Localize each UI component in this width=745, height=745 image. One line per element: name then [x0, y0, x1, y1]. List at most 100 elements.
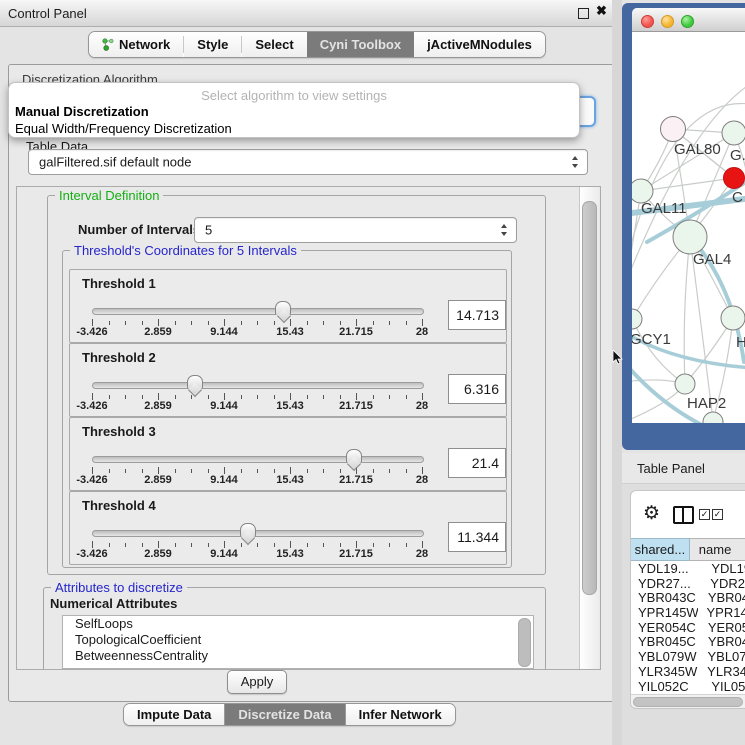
table-data-select[interactable]: galFiltered.sif default node	[28, 149, 588, 175]
table-row[interactable]: YBR043CYBR043C	[631, 590, 745, 605]
minimize-traffic-light-icon[interactable]	[661, 15, 674, 28]
tab-jactivemnodules[interactable]: jActiveMNodules	[414, 32, 545, 57]
table-row[interactable]: YER054CYER054C	[631, 620, 745, 635]
network-canvas[interactable]: GAL80G.CGAL11GAL4GCY1HHAP2	[632, 32, 745, 423]
dropdown-prompt-option[interactable]: Select algorithm to view settings	[9, 88, 579, 103]
interval-definition-group: Interval Definition Number of Intervals …	[47, 195, 546, 575]
network-node-gal4[interactable]	[673, 220, 707, 254]
slider-track[interactable]	[92, 530, 424, 537]
number-of-intervals-select[interactable]: 5	[194, 217, 517, 243]
threshold-value-field[interactable]: 11.344	[448, 522, 506, 552]
tick-label: 9.144	[210, 474, 238, 486]
threshold-value-field[interactable]: 21.4	[448, 448, 506, 478]
table-panel-titlebar: Table Panel	[622, 453, 745, 484]
network-node-gcy1[interactable]	[632, 309, 642, 329]
network-edge[interactable]	[632, 191, 641, 292]
slider-tick	[373, 469, 374, 473]
list-scrollbar[interactable]	[518, 618, 531, 667]
thresholds-group: Threshold's Coordinates for 5 Intervals …	[62, 250, 512, 568]
slider-tick	[191, 543, 192, 547]
threshold-panel-1: Threshold 1-3.4262.8599.14415.4321.71528…	[69, 269, 507, 343]
tab-select[interactable]: Select	[242, 32, 306, 57]
bottom-tab-discretize-data[interactable]: Discretize Data	[224, 704, 344, 725]
slider-tick	[406, 469, 407, 473]
table-row[interactable]: YBR045CYBR045C	[631, 634, 745, 649]
slider-thumb[interactable]	[275, 301, 291, 315]
slider-tick	[208, 469, 209, 473]
scrollbar-thumb[interactable]	[582, 201, 597, 595]
numerical-attributes-label: Numerical Attributes	[50, 596, 177, 611]
table-row[interactable]: YPR145WYPR145W	[631, 605, 745, 620]
table-row[interactable]: YBL079WYBL079W	[631, 649, 745, 664]
tab-network[interactable]: Network	[89, 32, 183, 57]
threshold-value-field[interactable]: 6.316	[448, 374, 506, 404]
slider-tick	[241, 395, 242, 399]
slider-tick	[158, 467, 159, 474]
slider-track[interactable]	[92, 382, 424, 389]
scrollbar-thumb[interactable]	[633, 697, 743, 707]
network-node-red-node[interactable]	[724, 168, 745, 189]
attributes-list[interactable]: SelfLoopsTopologicalCoefficientBetweenne…	[62, 615, 534, 669]
slider-thumb[interactable]	[187, 375, 203, 389]
slider-tick	[175, 321, 176, 325]
algorithm-dropdown-popup: Select algorithm to view settings Manual…	[8, 82, 580, 138]
float-window-icon[interactable]	[578, 8, 589, 19]
network-window-titlebar[interactable]	[632, 8, 745, 32]
slider-track[interactable]	[92, 308, 424, 315]
tab-cyni-toolbox[interactable]: Cyni Toolbox	[307, 32, 414, 57]
tick-label: 21.715	[339, 400, 373, 412]
split-pane-icon[interactable]	[673, 506, 694, 524]
dropdown-option-manual-discretization[interactable]: Manual Discretization	[9, 103, 579, 120]
network-node-bottom-node[interactable]	[703, 412, 723, 423]
checkbox-icon[interactable]: ✓	[712, 509, 723, 520]
slider-tick	[356, 319, 357, 326]
slider-tick	[389, 321, 390, 325]
panel-divider	[612, 0, 622, 745]
bottom-tab-infer-network[interactable]: Infer Network	[345, 704, 455, 725]
bottom-tab-impute-data[interactable]: Impute Data	[124, 704, 224, 725]
tab-style[interactable]: Style	[184, 32, 241, 57]
close-icon[interactable]: ✖	[596, 3, 607, 19]
network-highlight-edge[interactable]	[632, 362, 712, 423]
slider-tick	[224, 467, 225, 474]
network-edge[interactable]	[632, 319, 685, 384]
attribute-item-betweennesscentrality[interactable]: BetweennessCentrality	[63, 648, 533, 664]
table-row[interactable]: YIL052CYIL052C	[631, 679, 745, 694]
table-row[interactable]: YDL19...YDL19...	[631, 561, 745, 576]
network-window[interactable]: GAL80G.CGAL11GAL4GCY1HHAP2	[622, 3, 745, 450]
slider-tick	[422, 319, 423, 326]
slider-tick	[208, 395, 209, 399]
threshold-label: Threshold 1	[82, 276, 156, 291]
slider-thumb[interactable]	[240, 523, 256, 537]
network-node-hap2[interactable]	[675, 374, 695, 394]
dropdown-option-equal-width-frequency-discretization[interactable]: Equal Width/Frequency Discretization	[9, 120, 579, 137]
panel-scrollbar[interactable]	[579, 187, 599, 669]
cell-name: YER054C	[699, 620, 745, 635]
network-node-gal80[interactable]	[661, 117, 686, 142]
bottom-tabbar: Impute DataDiscretize DataInfer Network	[123, 703, 456, 726]
horizontal-scrollbar[interactable]	[631, 694, 745, 708]
checkbox-icon[interactable]: ✓	[699, 509, 710, 520]
threshold-value-field[interactable]: 14.713	[448, 300, 506, 330]
network-node-g-node[interactable]	[722, 121, 745, 145]
node-label-hap2: HAP2	[687, 395, 726, 412]
column-header-shared[interactable]: shared...	[631, 538, 690, 561]
apply-button[interactable]: Apply	[227, 670, 287, 694]
table-row[interactable]: YLR345WYLR345W	[631, 664, 745, 679]
gear-icon[interactable]: ⚙	[643, 504, 660, 523]
attribute-item-topologicalcoefficient[interactable]: TopologicalCoefficient	[63, 632, 533, 648]
close-traffic-light-icon[interactable]	[641, 15, 654, 28]
cell-shared-name: YDL19...	[631, 561, 702, 576]
node-label-gcy1: GCY1	[632, 331, 671, 348]
network-node-h-node[interactable]	[721, 306, 745, 330]
cell-shared-name: YBL079W	[631, 649, 698, 664]
slider-tick	[373, 321, 374, 325]
attribute-item-selfloops[interactable]: SelfLoops	[63, 616, 533, 632]
tick-label: 21.715	[339, 474, 373, 486]
slider-thumb[interactable]	[346, 449, 362, 463]
slider-track[interactable]	[92, 456, 424, 463]
column-header-name[interactable]: name	[690, 538, 745, 561]
network-edge[interactable]	[684, 237, 690, 384]
table-row[interactable]: YDR27...YDR27...	[631, 576, 745, 591]
zoom-traffic-light-icon[interactable]	[681, 15, 694, 28]
